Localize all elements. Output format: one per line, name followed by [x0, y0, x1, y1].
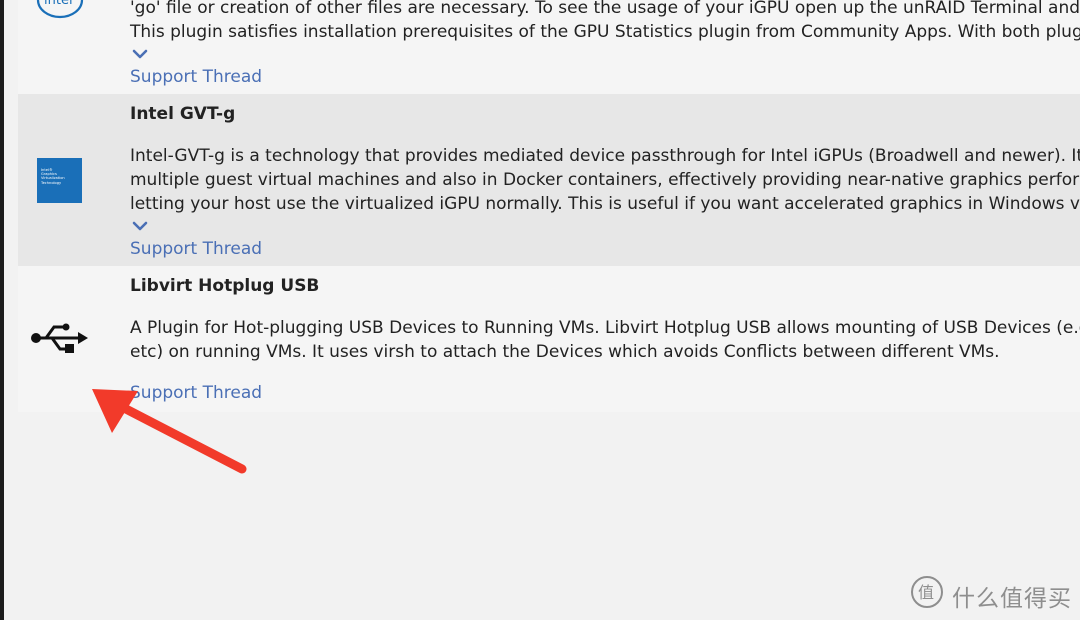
plugin-description: 'go' file or creation of other files are… [130, 0, 1080, 44]
plugin-row-intel-gpu-top: intel 'go' file or creation of other fil… [18, 0, 1080, 94]
chevron-down-icon[interactable] [132, 220, 148, 232]
annotation-arrow-icon [92, 389, 247, 474]
watermark-text: 什么值得买 [952, 586, 1072, 612]
description-line: etc) on running VMs. It uses virsh to at… [130, 342, 1000, 362]
plugin-description: A Plugin for Hot-plugging USB Devices to… [130, 316, 1080, 364]
description-line: multiple guest virtual machines and also… [130, 170, 1080, 190]
description-line: This plugin satisfies installation prere… [130, 22, 1080, 42]
usb-icon [31, 323, 88, 353]
chevron-down-icon[interactable] [132, 48, 148, 60]
plugin-title[interactable]: Intel GVT-g [130, 104, 235, 124]
watermark: 值 什么值得买 [910, 575, 1072, 612]
plugin-title[interactable]: Libvirt Hotplug USB [130, 276, 319, 296]
plugin-row-intel-gvt-g: Intel® Graphics Virtualization Technolog… [18, 94, 1080, 266]
description-line: Intel-GVT-g is a technology that provide… [130, 146, 1080, 166]
support-thread-link[interactable]: Support Thread [130, 67, 262, 87]
description-line: 'go' file or creation of other files are… [130, 0, 1080, 18]
description-line: letting your host use the virtualized iG… [130, 194, 1080, 214]
plugin-description: Intel-GVT-g is a technology that provide… [130, 144, 1080, 216]
intel-logo-icon: intel [36, 0, 84, 19]
support-thread-link[interactable]: Support Thread [130, 239, 262, 259]
svg-text:值: 值 [918, 583, 934, 602]
window-left-border [0, 0, 4, 620]
intel-gvt-icon: Intel® Graphics Virtualization Technolog… [37, 158, 82, 203]
svg-text:intel: intel [44, 0, 73, 8]
zhi-logo-icon: 值 [911, 576, 943, 608]
description-line: A Plugin for Hot-plugging USB Devices to… [130, 318, 1080, 338]
